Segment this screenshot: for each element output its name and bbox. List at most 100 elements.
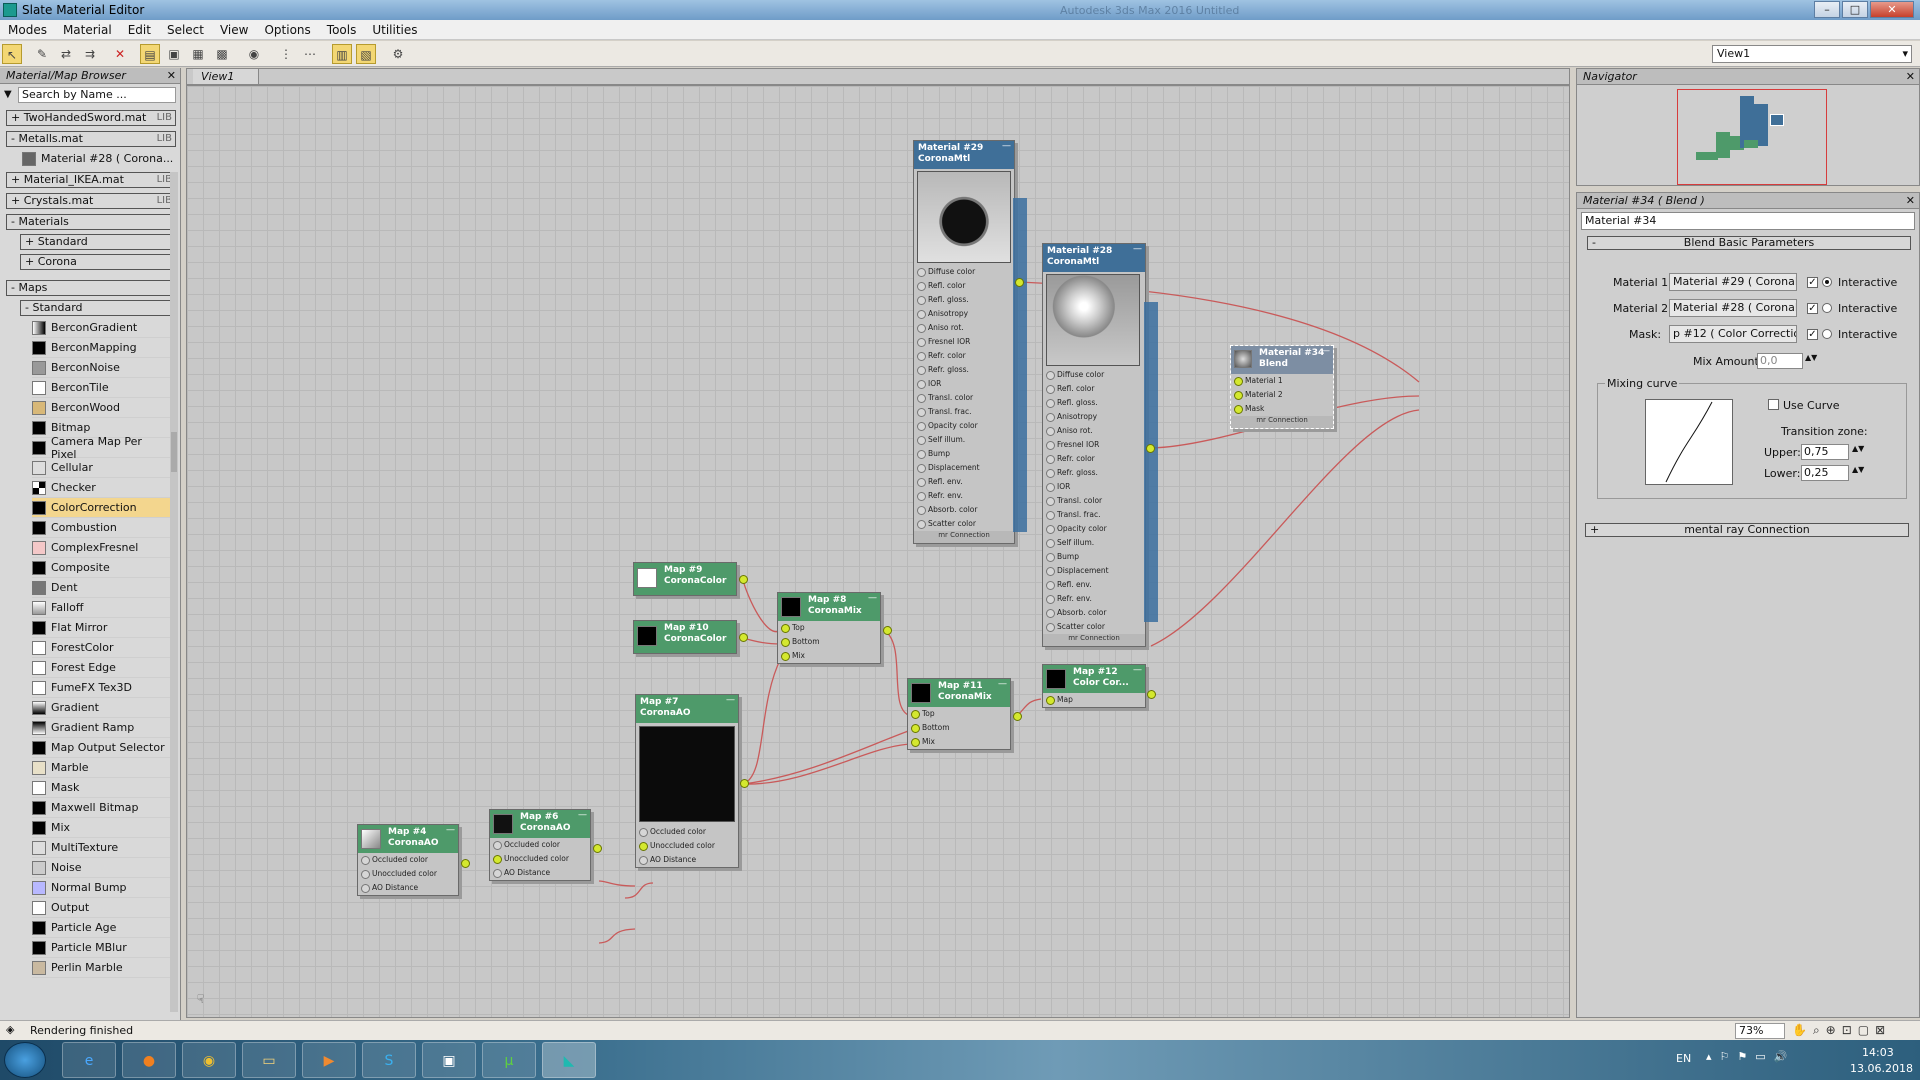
close-button[interactable]: ✕ [1870, 1, 1914, 18]
node-input-slot[interactable]: Self illum. [1043, 536, 1145, 550]
map-item-marble[interactable]: Marble [32, 758, 170, 778]
material2-button[interactable]: Material #28 ( CoronaMtl ) [1669, 299, 1797, 317]
node-input-slot[interactable]: Bump [914, 447, 1014, 461]
minimize-icon[interactable]: — [1133, 244, 1142, 255]
node-map-10[interactable]: Map #10 CoronaColor [633, 620, 737, 654]
navigator-toggle-icon[interactable]: ▥ [332, 44, 352, 64]
node-input-slot[interactable]: AO Distance [358, 881, 458, 895]
map-item-combustion[interactable]: Combustion [32, 518, 170, 538]
node-input-slot[interactable]: Diffuse color [1043, 368, 1145, 382]
node-input-slot[interactable]: Material 2 [1231, 388, 1333, 402]
node-map-11[interactable]: Map #11 CoronaMix — Top Bottom Mix [907, 678, 1011, 750]
node-input-slot[interactable]: Displacement [914, 461, 1014, 475]
material2-checkbox[interactable]: ✓ [1807, 303, 1818, 314]
output-socket[interactable] [1013, 712, 1022, 721]
node-header[interactable]: Map #10 CoronaColor [634, 621, 736, 653]
use-curve-checkbox[interactable] [1768, 399, 1779, 410]
node-map-8[interactable]: Map #8 CoronaMix — Top Bottom Mix [777, 592, 881, 664]
map-item-flat-mirror[interactable]: Flat Mirror [32, 618, 170, 638]
node-map-12[interactable]: Map #12 Color Cor... — Map [1042, 664, 1146, 708]
assign-material-icon[interactable]: ⇉ [80, 44, 100, 64]
spinner-icon[interactable]: ▲▼ [1852, 465, 1864, 474]
rollout-mental-ray[interactable]: + mental ray Connection [1585, 523, 1909, 537]
subgroup-standard-materials[interactable]: + Standard [20, 234, 176, 250]
output-socket[interactable] [593, 844, 602, 853]
minimize-icon[interactable]: — [1002, 141, 1011, 152]
map-item-maxwell-bitmap[interactable]: Maxwell Bitmap [32, 798, 170, 818]
node-input-slot[interactable]: Refl. env. [914, 475, 1014, 489]
scrollbar-thumb[interactable] [171, 432, 177, 472]
output-socket[interactable] [739, 633, 748, 642]
menu-material[interactable]: Material [55, 23, 120, 37]
map-item-perlin-marble[interactable]: Perlin Marble [32, 958, 170, 978]
node-input-slot[interactable]: Refl. color [1043, 382, 1145, 396]
node-input-slot[interactable]: AO Distance [490, 866, 590, 880]
node-input-slot[interactable]: Top [908, 707, 1010, 721]
node-input-slot[interactable]: Refr. gloss. [1043, 466, 1145, 480]
mix-amount-input[interactable]: 0,0 [1757, 353, 1803, 369]
map-item-falloff[interactable]: Falloff [32, 598, 170, 618]
map-item-mix[interactable]: Mix [32, 818, 170, 838]
menu-view[interactable]: View [212, 23, 256, 37]
node-input-slot[interactable]: Transl. color [914, 391, 1014, 405]
output-socket[interactable] [883, 626, 892, 635]
map-item-berconwood[interactable]: BerconWood [32, 398, 170, 418]
node-input-slot[interactable]: Bottom [778, 635, 880, 649]
parameter-editor-toggle-icon[interactable]: ▧ [356, 44, 376, 64]
node-input-slot[interactable]: Unoccluded color [636, 839, 738, 853]
hide-unused-slots-icon[interactable]: ▣ [164, 44, 184, 64]
map-item-output[interactable]: Output [32, 898, 170, 918]
node-header[interactable]: Map #6 CoronaAO — [490, 810, 590, 838]
minimize-icon[interactable]: — [998, 679, 1007, 690]
output-socket[interactable] [1146, 444, 1155, 453]
group-twohandedsword[interactable]: + TwoHandedSword.mat LIB [6, 110, 176, 126]
minimize-icon[interactable]: — [1133, 665, 1142, 676]
select-tool-icon[interactable]: ↖ [2, 44, 22, 64]
view-select-dropdown[interactable]: View1 [1712, 45, 1912, 63]
node-input-slot[interactable]: IOR [914, 377, 1014, 391]
node-input-slot[interactable]: Transl. frac. [914, 405, 1014, 419]
group-materials[interactable]: - Materials [6, 214, 176, 230]
move-children-icon[interactable]: ▤ [140, 44, 160, 64]
node-input-slot[interactable]: Mix [908, 735, 1010, 749]
minimize-icon[interactable]: — [1321, 346, 1330, 357]
node-material-29[interactable]: Material #29 CoronaMtl — Diffuse color Refl… [913, 140, 1015, 544]
node-map-9[interactable]: Map #9 CoronaColor [633, 562, 737, 596]
node-material-34[interactable]: Material #34 Blend — Material 1 Material 2M… [1230, 345, 1334, 429]
map-item-particle-age[interactable]: Particle Age [32, 918, 170, 938]
maximize-button[interactable]: □ [1842, 1, 1868, 18]
put-material-icon[interactable]: ⇄ [56, 44, 76, 64]
node-input-slot[interactable]: Refl. gloss. [1043, 396, 1145, 410]
node-input-slot[interactable]: Occluded color [490, 838, 590, 852]
media-player-icon[interactable]: ▶ [302, 1042, 356, 1078]
group-metalls[interactable]: - Metalls.mat LIB [6, 131, 176, 147]
start-button[interactable] [4, 1042, 46, 1078]
map-item-multitexture[interactable]: MultiTexture [32, 838, 170, 858]
node-header[interactable]: Material #34 Blend — [1231, 346, 1333, 374]
material1-checkbox[interactable]: ✓ [1807, 277, 1818, 288]
node-input-slot[interactable]: Anisotropy [914, 307, 1014, 321]
menu-modes[interactable]: Modes [0, 23, 55, 37]
node-input-slot[interactable]: Mask [1231, 402, 1333, 416]
menu-edit[interactable]: Edit [120, 23, 159, 37]
node-input-slot[interactable]: Unoccluded color [358, 867, 458, 881]
rollout-blend-basic[interactable]: - Blend Basic Parameters [1587, 236, 1911, 250]
map-item-colorcorrection[interactable]: ColorCorrection [32, 498, 170, 518]
map-item-complexfresnel[interactable]: ComplexFresnel [32, 538, 170, 558]
node-input-slot[interactable]: Refl. color [914, 279, 1014, 293]
output-socket[interactable] [739, 575, 748, 584]
node-input-slot[interactable]: Unoccluded color [490, 852, 590, 866]
spinner-icon[interactable]: ▲▼ [1805, 353, 1817, 362]
node-input-slot[interactable]: IOR [1043, 480, 1145, 494]
node-header[interactable]: Map #9 CoronaColor [634, 563, 736, 595]
navigator-viewport[interactable] [1677, 89, 1827, 185]
layout-horizontal-icon[interactable]: ⋯ [300, 44, 320, 64]
search-input[interactable]: Search by Name ... [18, 86, 176, 103]
map-item-dent[interactable]: Dent [32, 578, 170, 598]
delete-icon[interactable]: ✕ [110, 44, 130, 64]
node-input-slot[interactable]: Refl. env. [1043, 578, 1145, 592]
map-item-composite[interactable]: Composite [32, 558, 170, 578]
upper-input[interactable]: 0,75 [1801, 444, 1849, 460]
node-input-slot[interactable]: Bottom [908, 721, 1010, 735]
minimize-icon[interactable]: — [446, 825, 455, 836]
